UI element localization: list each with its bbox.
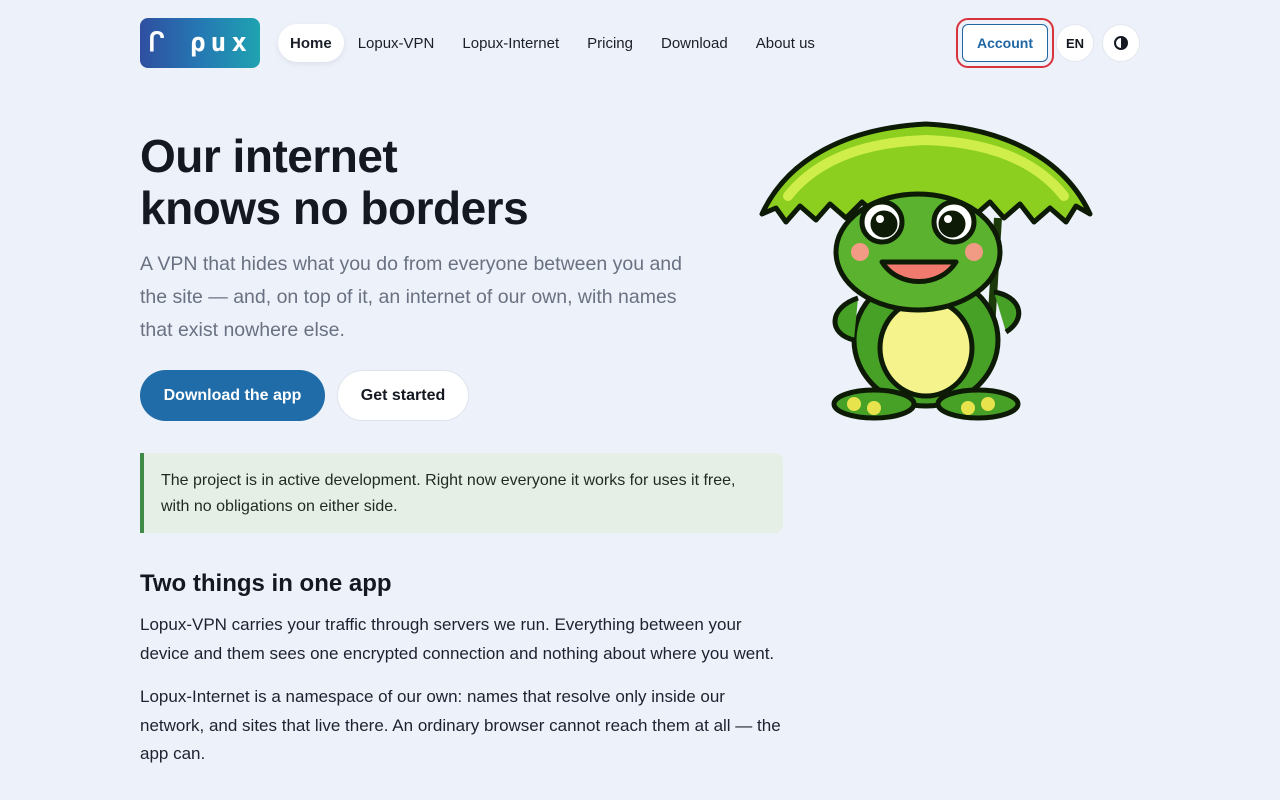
contrast-icon xyxy=(1114,36,1128,50)
hero-title-line-2: knows no borders xyxy=(140,182,529,234)
main-nav: Home Lopux-VPN Lopux-Internet Pricing Do… xyxy=(278,24,829,62)
nav-item-about-us[interactable]: About us xyxy=(742,24,829,62)
nav-item-home[interactable]: Home xyxy=(278,24,344,62)
hero-title-line-1: Our internet xyxy=(140,130,398,182)
development-notice: The project is in active development. Ri… xyxy=(140,453,783,533)
nav-item-lopux-internet[interactable]: Lopux-Internet xyxy=(448,24,573,62)
get-started-button[interactable]: Get started xyxy=(337,370,469,421)
hero-subtitle: A VPN that hides what you do from everyo… xyxy=(140,253,683,341)
nav-item-pricing[interactable]: Pricing xyxy=(573,24,647,62)
download-app-button[interactable]: Download the app xyxy=(140,370,325,421)
nav-item-lopux-vpn[interactable]: Lopux-VPN xyxy=(344,24,449,62)
page: ᒋ ρux Home Lopux-VPN Lopux-Internet Pric… xyxy=(0,0,1280,800)
account-button[interactable]: Account xyxy=(956,18,1054,68)
frog-mascot-image xyxy=(759,121,1093,421)
notice-text: The project is in active development. Ri… xyxy=(161,472,736,515)
logo[interactable]: ᒋ ρux xyxy=(140,18,260,68)
logo-text: ᒋ ρux xyxy=(148,28,252,58)
section-title: Two things in one app xyxy=(140,570,392,597)
internet-paragraph: Lopux-Internet is a namespace of our own… xyxy=(140,687,781,763)
hero-title: Our internet knows no borders xyxy=(140,130,700,234)
nav-item-download[interactable]: Download xyxy=(647,24,742,62)
vpn-paragraph: Lopux-VPN carries your traffic through s… xyxy=(140,615,775,663)
theme-toggle-button[interactable] xyxy=(1102,24,1140,62)
language-button[interactable]: EN xyxy=(1056,24,1094,62)
